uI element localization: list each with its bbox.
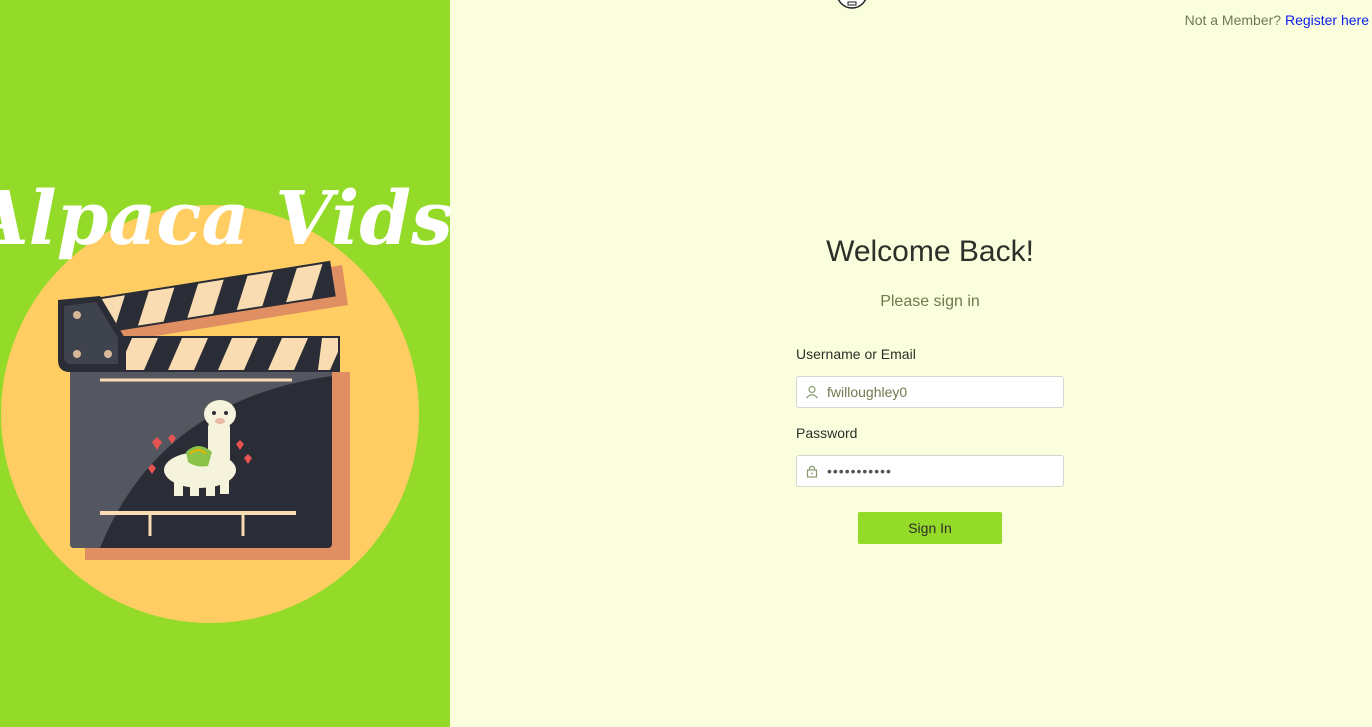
brand-panel: Alpaca Vids xyxy=(0,0,450,727)
user-icon xyxy=(797,377,827,407)
register-prompt-text: Not a Member? xyxy=(1184,12,1282,28)
alpaca-vids-logo: Alpaca Vids xyxy=(0,176,450,623)
page-subtitle: Please sign in xyxy=(880,293,980,310)
username-field[interactable] xyxy=(796,376,1064,408)
lock-icon xyxy=(797,456,827,486)
page-title: Welcome Back! xyxy=(826,235,1034,268)
circle-icon xyxy=(836,0,868,10)
clapper-bottom xyxy=(100,336,340,372)
password-label: Password xyxy=(796,425,858,441)
sign-in-button[interactable]: Sign In xyxy=(858,512,1002,544)
username-label: Username or Email xyxy=(796,346,916,362)
logo-text: Alpaca Vids xyxy=(0,176,450,262)
register-prompt: Not a Member? Register here xyxy=(1185,12,1369,28)
password-field[interactable] xyxy=(796,455,1064,487)
register-link[interactable]: Register here xyxy=(1285,12,1369,28)
username-input[interactable] xyxy=(827,379,1063,405)
password-input[interactable] xyxy=(827,458,1063,484)
